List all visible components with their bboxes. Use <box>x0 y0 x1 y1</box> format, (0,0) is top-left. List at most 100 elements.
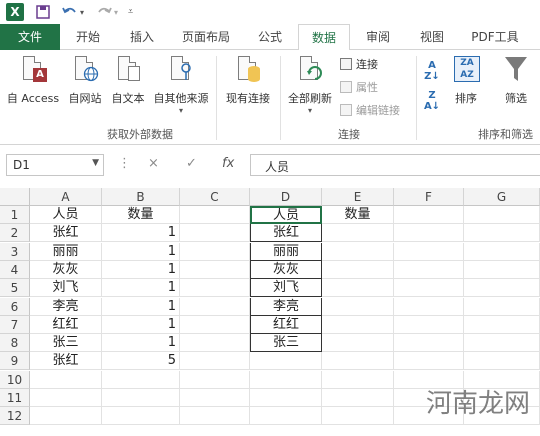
undo-icon[interactable] <box>62 3 78 21</box>
column-header-d[interactable]: D <box>250 188 322 206</box>
cell-g7[interactable] <box>464 315 540 334</box>
cell-c8[interactable] <box>180 334 250 353</box>
cell-b6[interactable]: 1 <box>102 297 180 316</box>
redo-icon[interactable] <box>96 3 112 21</box>
cell-a2[interactable]: 张红 <box>30 224 102 243</box>
cell-d1[interactable]: 人员 <box>250 206 322 224</box>
tab-view[interactable]: 视图 <box>406 24 458 50</box>
cell-c11[interactable] <box>180 389 250 407</box>
customize-toolbar-icon[interactable]: ⩡ <box>128 3 133 21</box>
cell-b8[interactable]: 1 <box>102 334 180 353</box>
cell-a5[interactable]: 刘飞 <box>30 279 102 298</box>
cell-c7[interactable] <box>180 315 250 334</box>
cell-d11[interactable] <box>250 389 322 407</box>
cell-d7[interactable]: 红红 <box>250 315 322 334</box>
cell-e4[interactable] <box>322 260 394 279</box>
cell-a10[interactable] <box>30 370 102 389</box>
formula-input[interactable]: 人员 <box>250 154 540 176</box>
cell-g2[interactable] <box>464 224 540 243</box>
cell-e2[interactable] <box>322 224 394 243</box>
cell-c10[interactable] <box>180 370 250 389</box>
cell-a12[interactable] <box>30 407 102 426</box>
cell-d2[interactable]: 张红 <box>250 224 322 243</box>
insert-function-icon[interactable]: fx <box>222 156 234 171</box>
row-header[interactable]: 11 <box>0 389 30 407</box>
cell-c12[interactable] <box>180 407 250 426</box>
properties-button[interactable]: 属性 <box>340 79 378 95</box>
enter-icon[interactable]: ✓ <box>186 156 197 171</box>
column-header-g[interactable]: G <box>464 188 540 206</box>
row-header[interactable]: 6 <box>0 297 30 316</box>
cell-f9[interactable] <box>394 352 464 371</box>
tab-review[interactable]: 审阅 <box>352 24 404 50</box>
cell-f6[interactable] <box>394 297 464 316</box>
edit-links-button[interactable]: 编辑链接 <box>340 102 400 118</box>
existing-connections-button[interactable]: 现有连接 <box>220 54 276 106</box>
cell-d4[interactable]: 灰灰 <box>250 260 322 279</box>
row-header[interactable]: 5 <box>0 279 30 298</box>
row-header[interactable]: 7 <box>0 315 30 334</box>
column-header-c[interactable]: C <box>180 188 250 206</box>
from-text-button[interactable]: 自文本 <box>108 54 148 106</box>
cell-f2[interactable] <box>394 224 464 243</box>
cell-g4[interactable] <box>464 260 540 279</box>
cell-e1[interactable]: 数量 <box>322 206 394 224</box>
cell-g3[interactable] <box>464 242 540 261</box>
cell-e5[interactable] <box>322 279 394 298</box>
cell-a11[interactable] <box>30 389 102 407</box>
cell-g5[interactable] <box>464 279 540 298</box>
cell-b1[interactable]: 数量 <box>102 206 180 224</box>
tab-formulas[interactable]: 公式 <box>244 24 296 50</box>
refresh-all-button[interactable]: 全部刷新 ▾ <box>284 54 336 115</box>
cell-c1[interactable] <box>180 206 250 224</box>
tab-home[interactable]: 开始 <box>62 24 114 50</box>
from-web-button[interactable]: 自网站 <box>64 54 106 106</box>
tab-pdf-tools[interactable]: PDF工具 <box>462 24 528 50</box>
cell-e8[interactable] <box>322 334 394 353</box>
cell-f5[interactable] <box>394 279 464 298</box>
filter-button[interactable]: 筛选 <box>496 54 536 106</box>
cell-a8[interactable]: 张三 <box>30 334 102 353</box>
cell-d12[interactable] <box>250 407 322 426</box>
sort-button[interactable]: ZA AZ 排序 <box>448 54 484 106</box>
row-header[interactable]: 9 <box>0 352 30 371</box>
cell-b5[interactable]: 1 <box>102 279 180 298</box>
cell-e10[interactable] <box>322 370 394 389</box>
cell-b3[interactable]: 1 <box>102 242 180 261</box>
cell-b4[interactable]: 1 <box>102 260 180 279</box>
cell-f8[interactable] <box>394 334 464 353</box>
save-icon[interactable] <box>36 3 50 21</box>
cell-g8[interactable] <box>464 334 540 353</box>
cell-a1[interactable]: 人员 <box>30 206 102 224</box>
tab-data[interactable]: 数据 <box>298 24 350 51</box>
cell-c5[interactable] <box>180 279 250 298</box>
row-header[interactable]: 1 <box>0 206 30 224</box>
cell-a3[interactable]: 丽丽 <box>30 242 102 261</box>
chevron-down-icon[interactable]: ▼ <box>92 158 99 168</box>
cell-b11[interactable] <box>102 389 180 407</box>
sort-descending-button[interactable]: Z A↓ <box>420 90 444 112</box>
cell-d3[interactable]: 丽丽 <box>250 242 322 261</box>
cell-g9[interactable] <box>464 352 540 371</box>
row-header[interactable]: 12 <box>0 407 30 426</box>
row-header[interactable]: 10 <box>0 370 30 389</box>
cell-c4[interactable] <box>180 260 250 279</box>
cell-d6[interactable]: 李亮 <box>250 297 322 316</box>
cell-g1[interactable] <box>464 206 540 224</box>
row-header[interactable]: 2 <box>0 224 30 243</box>
cell-e6[interactable] <box>322 297 394 316</box>
connections-button[interactable]: 连接 <box>340 56 378 72</box>
cell-b9[interactable]: 5 <box>102 352 180 371</box>
cell-b2[interactable]: 1 <box>102 224 180 243</box>
redo-dropdown-icon[interactable]: ▾ <box>114 3 118 21</box>
cell-a7[interactable]: 红红 <box>30 315 102 334</box>
column-header-a[interactable]: A <box>30 188 102 206</box>
sort-ascending-button[interactable]: A Z↓ <box>420 60 444 82</box>
cell-e7[interactable] <box>322 315 394 334</box>
tab-file[interactable]: 文件 <box>0 24 60 50</box>
cell-a6[interactable]: 李亮 <box>30 297 102 316</box>
cell-c6[interactable] <box>180 297 250 316</box>
cell-a4[interactable]: 灰灰 <box>30 260 102 279</box>
name-box[interactable]: D1 ▼ <box>6 154 104 176</box>
cell-c2[interactable] <box>180 224 250 243</box>
